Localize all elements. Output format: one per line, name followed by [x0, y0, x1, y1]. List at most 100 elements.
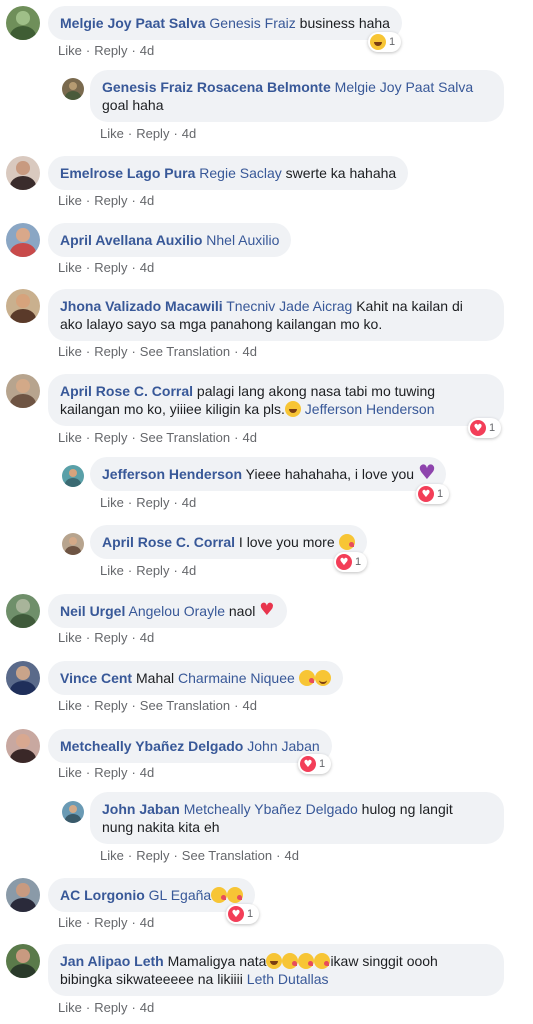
comment-author[interactable]: John Jaban — [102, 801, 180, 817]
like-link[interactable]: Like — [58, 260, 82, 275]
timestamp[interactable]: 4d — [182, 126, 196, 141]
avatar[interactable] — [6, 594, 40, 628]
like-link[interactable]: Like — [100, 126, 124, 141]
mention[interactable]: Melgie Joy Paat Salva — [335, 79, 474, 95]
mention[interactable]: John Jaban — [247, 738, 319, 754]
comment-author[interactable]: April Avellana Auxilio — [60, 232, 202, 248]
reply-link[interactable]: Reply — [94, 260, 127, 275]
like-link[interactable]: Like — [58, 630, 82, 645]
timestamp[interactable]: 4d — [242, 430, 256, 445]
avatar[interactable] — [6, 878, 40, 912]
like-link[interactable]: Like — [58, 765, 82, 780]
reply-link[interactable]: Reply — [94, 1000, 127, 1015]
timestamp[interactable]: 4d — [242, 344, 256, 359]
reaction-count: 1 — [437, 488, 444, 500]
like-link[interactable]: Like — [100, 563, 124, 578]
comment-author[interactable]: Emelrose Lago Pura — [60, 165, 195, 181]
reply-link[interactable]: Reply — [136, 848, 169, 863]
see-translation-link[interactable]: See Translation — [140, 698, 230, 713]
like-link[interactable]: Like — [58, 1000, 82, 1015]
reaction-summary[interactable]: ♥ 1 — [334, 552, 368, 572]
timestamp[interactable]: 4d — [140, 630, 154, 645]
reaction-summary[interactable]: ♥ 1 — [468, 418, 502, 438]
kissing-emoji-icon — [282, 953, 299, 969]
timestamp[interactable]: 4d — [140, 260, 154, 275]
reply-link[interactable]: Reply — [136, 563, 169, 578]
comment-author[interactable]: Jan Alipao Leth — [60, 953, 164, 969]
reply-link[interactable]: Reply — [94, 630, 127, 645]
mention[interactable]: Leth Dutallas — [247, 971, 329, 987]
reply-link[interactable]: Reply — [94, 765, 127, 780]
timestamp[interactable]: 4d — [140, 1000, 154, 1015]
comment-author[interactable]: Melgie Joy Paat Salva — [60, 15, 206, 31]
like-link[interactable]: Like — [58, 430, 82, 445]
timestamp[interactable]: 4d — [140, 193, 154, 208]
avatar[interactable] — [6, 944, 40, 978]
reply-link[interactable]: Reply — [136, 495, 169, 510]
comment-author[interactable]: April Rose C. Corral — [102, 534, 235, 550]
like-link[interactable]: Like — [58, 344, 82, 359]
comment-actions: Like · Reply · 4d — [100, 126, 197, 141]
comment-author[interactable]: April Rose C. Corral — [60, 383, 193, 399]
reply-link[interactable]: Reply — [94, 430, 127, 445]
avatar[interactable] — [62, 465, 84, 487]
reply-link[interactable]: Reply — [94, 43, 127, 58]
like-link[interactable]: Like — [58, 43, 82, 58]
reply-link[interactable]: Reply — [136, 126, 169, 141]
timestamp[interactable]: 4d — [140, 43, 154, 58]
mention[interactable]: Angelou Orayle — [128, 603, 225, 619]
avatar[interactable] — [62, 78, 84, 100]
reaction-summary[interactable]: ♥ 1 — [416, 484, 450, 504]
reply-link[interactable]: Reply — [94, 193, 127, 208]
avatar[interactable] — [6, 223, 40, 257]
avatar[interactable] — [62, 801, 84, 823]
reply-link[interactable]: Reply — [94, 698, 127, 713]
mention[interactable]: Jefferson Henderson — [305, 401, 435, 417]
avatar[interactable] — [62, 533, 84, 555]
see-translation-link[interactable]: See Translation — [140, 430, 230, 445]
avatar[interactable] — [6, 289, 40, 323]
comment-author[interactable]: Neil Urgel — [60, 603, 125, 619]
mention[interactable]: GL Egaña — [149, 887, 212, 903]
comment-author[interactable]: Genesis Fraiz Rosacena Belmonte — [102, 79, 331, 95]
reaction-summary[interactable]: 1 — [368, 32, 402, 52]
mention[interactable]: Regie Saclay — [199, 165, 282, 181]
timestamp[interactable]: 4d — [242, 698, 256, 713]
avatar[interactable] — [6, 661, 40, 695]
like-link[interactable]: Like — [100, 495, 124, 510]
avatar[interactable] — [6, 156, 40, 190]
like-link[interactable]: Like — [58, 193, 82, 208]
see-translation-link[interactable]: See Translation — [182, 848, 272, 863]
comment-actions: Like · Reply · 4d — [58, 260, 155, 275]
like-link[interactable]: Like — [58, 915, 82, 930]
comment-text: naol — [225, 603, 260, 619]
timestamp[interactable]: 4d — [140, 765, 154, 780]
comment-author[interactable]: Vince Cent — [60, 670, 132, 686]
avatar[interactable] — [6, 729, 40, 763]
mention[interactable]: Metcheally Ybañez Delgado — [184, 801, 358, 817]
reaction-summary[interactable]: ♥ 1 — [226, 904, 260, 924]
mention[interactable]: Tnecniv Jade Aicrag — [226, 298, 352, 314]
kissing-emoji-icon — [314, 953, 331, 969]
avatar[interactable] — [6, 6, 40, 40]
kissing-emoji-icon — [298, 953, 315, 969]
comment-author[interactable]: Jefferson Henderson — [102, 466, 242, 482]
timestamp[interactable]: 4d — [182, 563, 196, 578]
timestamp[interactable]: 4d — [284, 848, 298, 863]
reply-link[interactable]: Reply — [94, 915, 127, 930]
see-translation-link[interactable]: See Translation — [140, 344, 230, 359]
comment-bubble: Emelrose Lago Pura Regie Saclay swerte k… — [48, 156, 409, 190]
reaction-summary[interactable]: ♥ 1 — [298, 754, 332, 774]
like-link[interactable]: Like — [100, 848, 124, 863]
mention[interactable]: Genesis Fraiz — [209, 15, 295, 31]
mention[interactable]: Nhel Auxilio — [206, 232, 279, 248]
like-link[interactable]: Like — [58, 698, 82, 713]
comment-author[interactable]: Jhona Valizado Macawili — [60, 298, 223, 314]
timestamp[interactable]: 4d — [182, 495, 196, 510]
comment-author[interactable]: AC Lorgonio — [60, 887, 145, 903]
mention[interactable]: Charmaine Niquee — [178, 670, 295, 686]
timestamp[interactable]: 4d — [140, 915, 154, 930]
avatar[interactable] — [6, 374, 40, 408]
comment-author[interactable]: Metcheally Ybañez Delgado — [60, 738, 243, 754]
reply-link[interactable]: Reply — [94, 344, 127, 359]
